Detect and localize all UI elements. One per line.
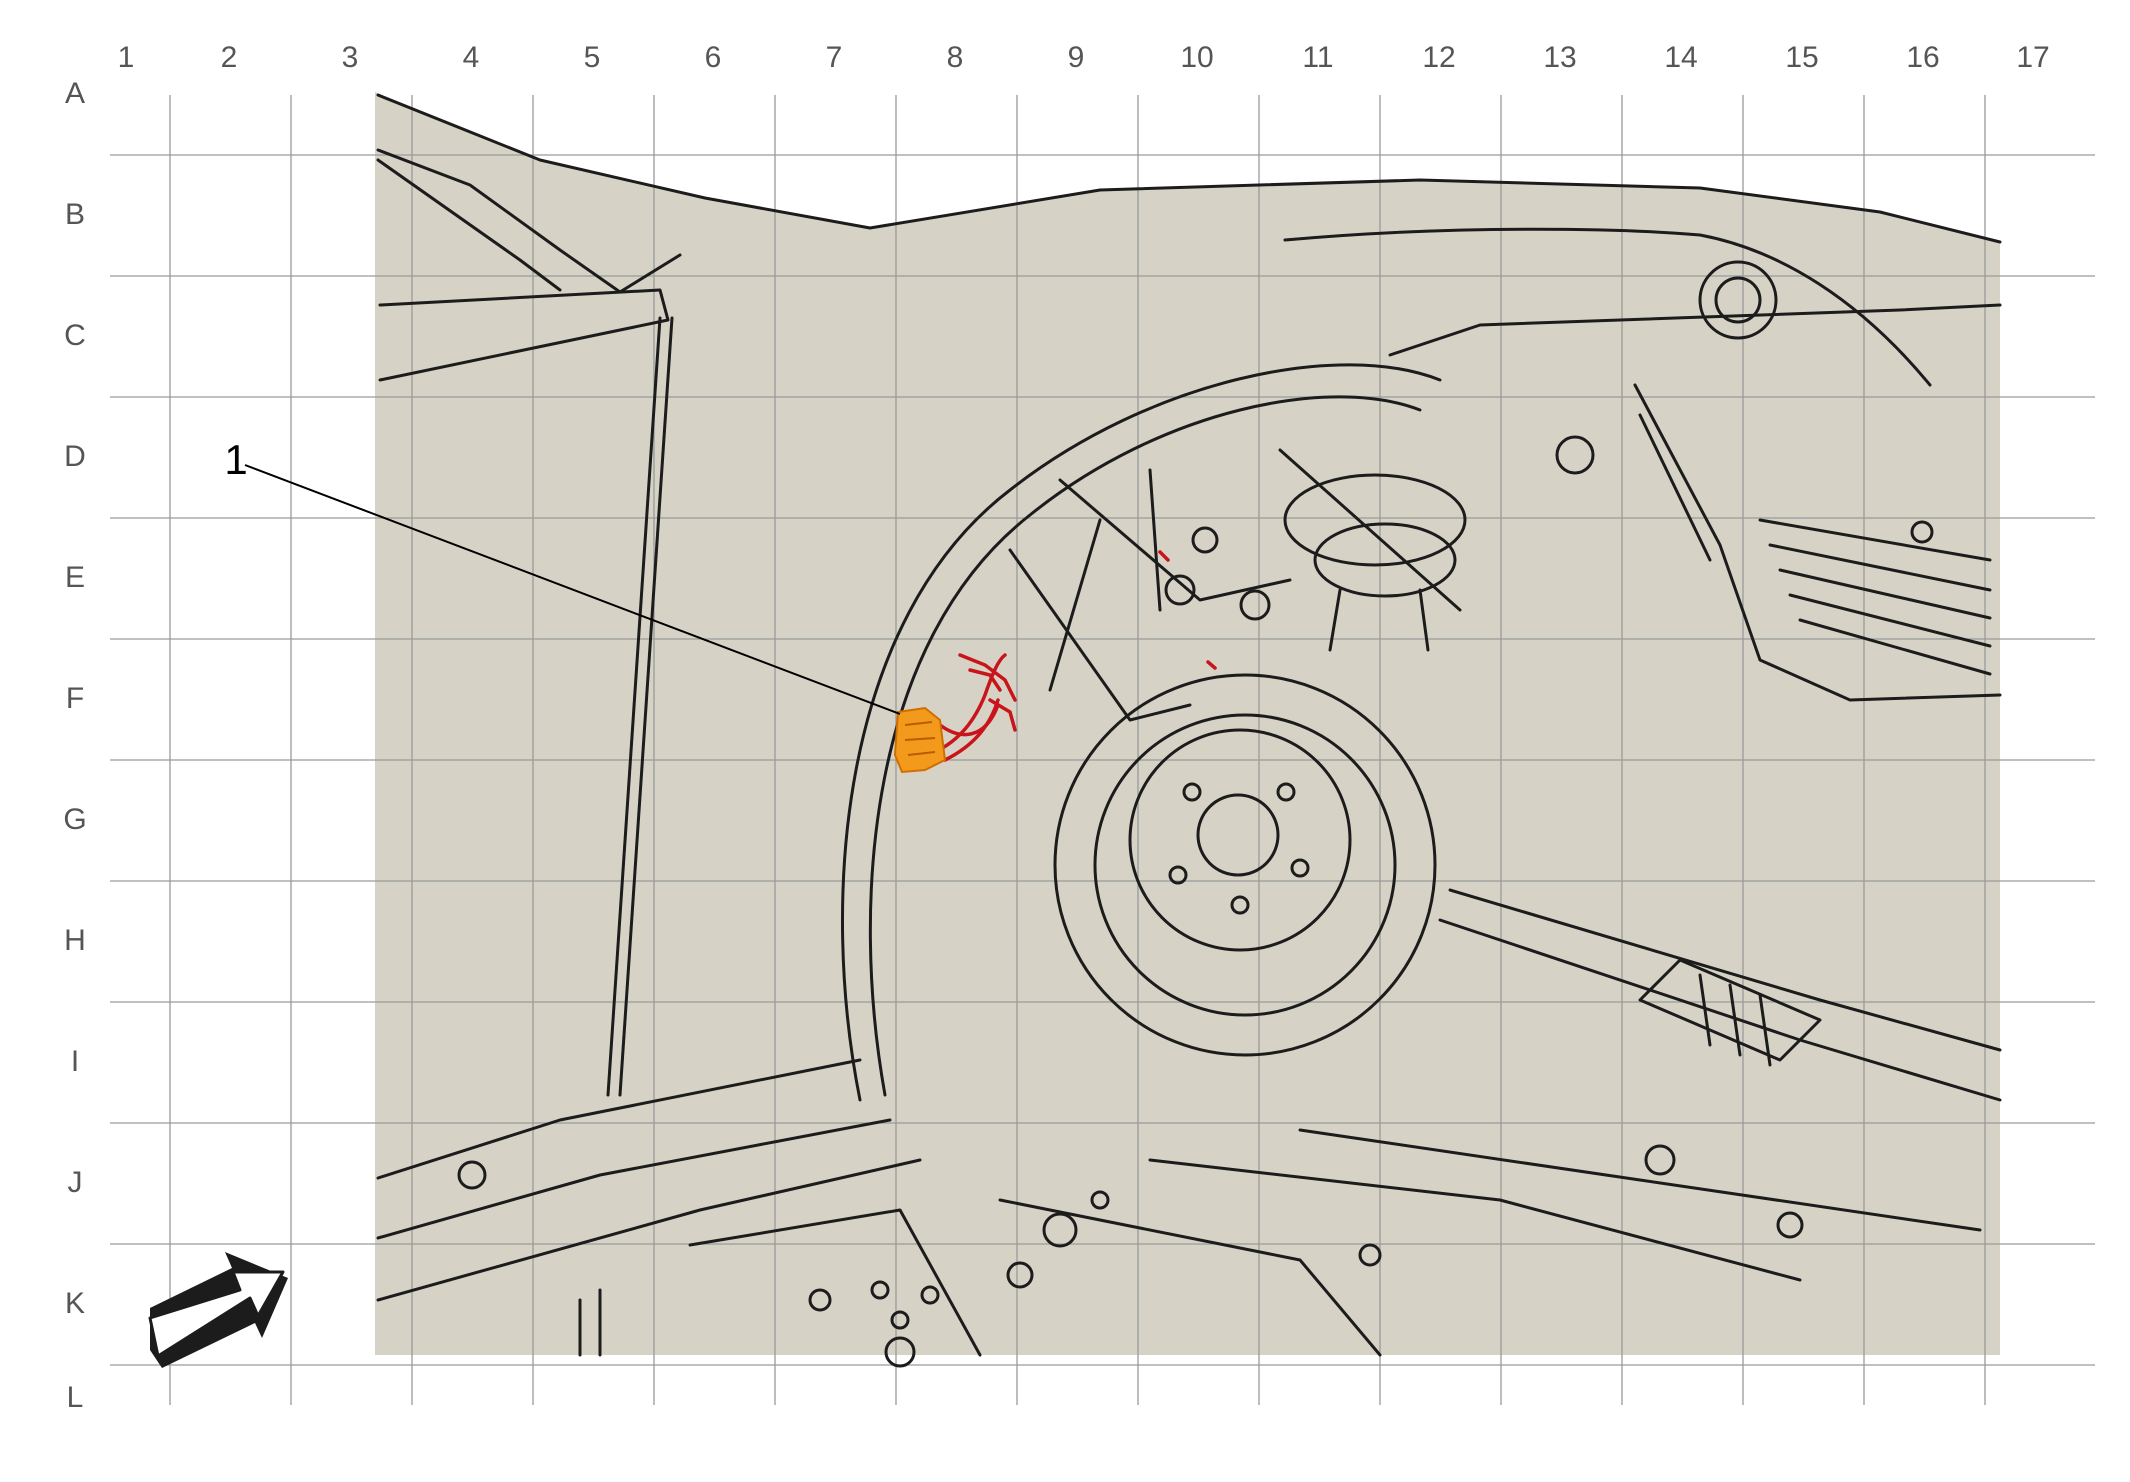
grid-row-label: A (65, 77, 85, 110)
grid-column-label: 4 (463, 41, 480, 74)
grid-column-label: 13 (1543, 41, 1576, 74)
grid-column-label: 16 (1906, 41, 1939, 74)
component-locator-diagram: 1 2 3 4 5 6 7 8 9 10 11 12 13 14 15 16 1… (63, 41, 2095, 1414)
grid-column-label: 5 (584, 41, 601, 74)
grid-column-label: 9 (1068, 41, 1085, 74)
grid-row-label: G (63, 803, 86, 836)
grid-row-label: J (68, 1166, 83, 1199)
grid-column-label: 15 (1785, 41, 1818, 74)
grid-column-label: 8 (947, 41, 964, 74)
grid-row-label: L (67, 1381, 84, 1414)
grid-column-label: 7 (826, 41, 843, 74)
grid-column-label: 14 (1664, 41, 1697, 74)
grid-row-label: D (64, 440, 86, 473)
highlighted-component (893, 706, 947, 774)
grid-column-label: 2 (221, 41, 238, 74)
grid-row-label: B (65, 198, 85, 231)
grid-column-labels: 1 2 3 4 5 6 7 8 9 10 11 12 13 14 15 16 1… (118, 41, 2050, 74)
grid-column-label: 17 (2016, 41, 2049, 74)
grid-row-label: H (64, 924, 86, 957)
callout-number: 1 (224, 436, 247, 483)
grid-row-label: K (65, 1287, 85, 1320)
grid-row-label: I (71, 1045, 79, 1078)
grid-row-labels: A B C D E F G H I J K L (63, 77, 86, 1414)
grid-column-label: 6 (705, 41, 722, 74)
grid-column-label: 1 (118, 41, 135, 74)
grid-row-label: F (66, 682, 84, 715)
grid-column-label: 11 (1302, 41, 1333, 74)
grid-row-label: E (65, 561, 85, 594)
grid-column-label: 10 (1180, 41, 1213, 74)
grid-column-label: 12 (1422, 41, 1455, 74)
front-direction-arrow-icon (148, 1252, 288, 1368)
grid-column-label: 3 (342, 41, 359, 74)
grid-row-label: C (64, 319, 86, 352)
